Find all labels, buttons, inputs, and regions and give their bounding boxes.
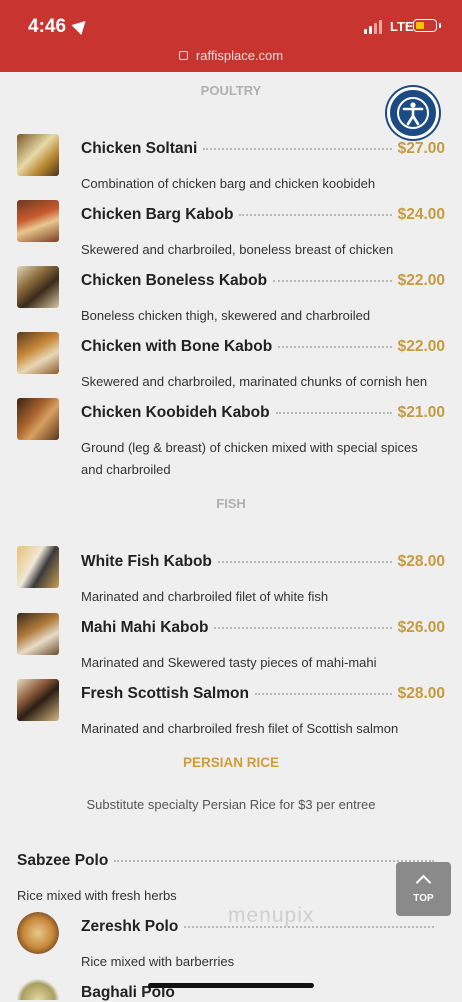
dish-photo (17, 266, 59, 308)
menu-item-fresh-scottish-salmon[interactable]: Fresh Scottish Salmon $28.00 (81, 685, 445, 703)
menu-item-chicken-boneless-kabob[interactable]: Chicken Boneless Kabob $22.00 (81, 272, 445, 290)
menu-item-mahi-mahi-kabob[interactable]: Mahi Mahi Kabob $26.00 (81, 619, 445, 637)
dish-photo (17, 200, 59, 242)
scroll-top-button[interactable]: TOP (396, 862, 451, 916)
section-persian-rice: PERSIAN RICE (182, 755, 280, 770)
item-name: Zereshk Polo (81, 918, 179, 935)
item-price: $26.00 (397, 619, 445, 636)
dish-photo (17, 546, 59, 588)
dish-photo (17, 613, 59, 655)
item-name: Chicken Soltani (81, 140, 198, 157)
item-description: Skewered and charbroiled, boneless breas… (81, 242, 394, 257)
dish-photo (17, 398, 59, 440)
item-name: Mahi Mahi Kabob (81, 619, 209, 636)
menu-item-chicken-barg-kabob[interactable]: Chicken Barg Kabob $24.00 (81, 206, 445, 224)
signal-icon (364, 20, 386, 34)
item-price: $21.00 (397, 404, 445, 421)
item-description: Marinated and charbroiled fresh filet of… (81, 721, 399, 736)
location-arrow-icon (71, 15, 91, 36)
item-name: Chicken Koobideh Kabob (81, 404, 270, 421)
dish-photo (17, 978, 59, 1000)
item-price: $28.00 (397, 685, 445, 702)
network-label: LTE (390, 19, 414, 34)
item-name: Chicken with Bone Kabob (81, 338, 273, 355)
item-price: $28.00 (397, 553, 445, 570)
item-description: Rice mixed with barberries (81, 954, 235, 969)
dish-photo (17, 332, 59, 374)
top-label: TOP (413, 893, 434, 904)
section-fish: FISH (216, 496, 246, 511)
item-description: Combination of chicken barg and chicken … (81, 176, 376, 191)
chevron-up-icon (415, 874, 432, 891)
rice-note: Substitute specialty Persian Rice for $3… (86, 797, 376, 812)
accessibility-icon (397, 97, 429, 129)
item-description: Ground (leg & breast) of chicken mixed w… (81, 440, 418, 477)
url-text: raffisplace.com (195, 48, 284, 63)
menu-item-white-fish-kabob[interactable]: White Fish Kabob $28.00 (81, 553, 445, 571)
item-price: $24.00 (397, 206, 445, 223)
item-name: Chicken Barg Kabob (81, 206, 234, 223)
watermark-text: menupix (228, 904, 315, 927)
home-indicator[interactable] (148, 983, 314, 988)
status-bar: 4:46 LTE raffisplace.com (0, 0, 462, 72)
menu-item-chicken-soltani[interactable]: Chicken Soltani $27.00 (81, 140, 445, 158)
item-name: Sabzee Polo (17, 852, 109, 869)
accessibility-button[interactable] (387, 87, 439, 139)
item-price: $22.00 (397, 272, 445, 289)
dish-photo (17, 912, 59, 954)
menu-item-chicken-koobideh-kabob[interactable]: Chicken Koobideh Kabob $21.00 (81, 404, 445, 422)
clock: 4:46 (28, 16, 67, 37)
menu-item-chicken-with-bone-kabob[interactable]: Chicken with Bone Kabob $22.00 (81, 338, 445, 356)
address-bar[interactable]: raffisplace.com (0, 48, 462, 63)
battery-icon (413, 19, 441, 32)
item-description: Rice mixed with fresh herbs (17, 888, 177, 903)
menu-item-sabzee-polo[interactable]: Sabzee Polo (17, 852, 440, 870)
item-name: Chicken Boneless Kabob (81, 272, 268, 289)
lock-icon (178, 51, 188, 60)
item-description: Boneless chicken thigh, skewered and cha… (81, 308, 371, 323)
item-name: White Fish Kabob (81, 553, 212, 570)
item-description: Marinated and Skewered tasty pieces of m… (81, 655, 377, 670)
item-description: Skewered and charbroiled, marinated chun… (81, 374, 428, 389)
item-price: $27.00 (397, 140, 445, 157)
item-name: Fresh Scottish Salmon (81, 685, 249, 702)
item-price: $22.00 (397, 338, 445, 355)
dish-photo (17, 679, 59, 721)
item-description: Marinated and charbroiled filet of white… (81, 589, 329, 604)
dish-photo (17, 134, 59, 176)
